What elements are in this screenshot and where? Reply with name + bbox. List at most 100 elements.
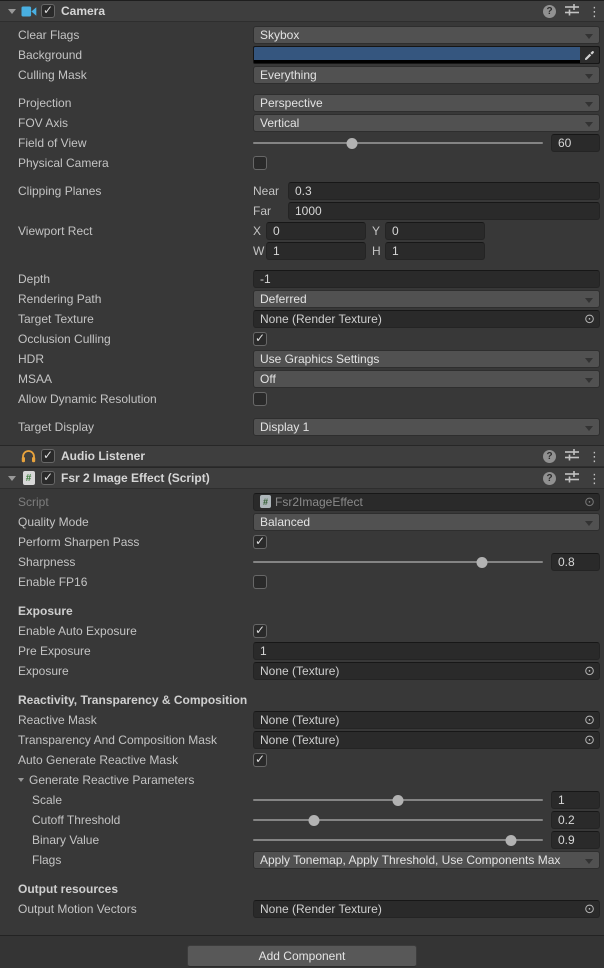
fov-axis-dropdown[interactable]: Vertical [253, 114, 600, 132]
target-display-dropdown[interactable]: Display 1 [253, 418, 600, 436]
binary-value-value-input[interactable]: 0.9 [551, 831, 600, 849]
help-icon[interactable]: ? [543, 5, 556, 18]
enable-fp16-row: Enable FP16 [0, 572, 604, 592]
output-section-header: Output resources [0, 882, 253, 896]
background-color-swatch[interactable] [254, 47, 580, 60]
generate-reactive-parameters-foldout[interactable]: Generate Reactive Parameters [0, 773, 253, 787]
far-input[interactable]: 1000 [288, 202, 600, 220]
scale-value-input[interactable]: 1 [551, 791, 600, 809]
scale-row: Scale 1 [0, 790, 604, 810]
viewport-h-input[interactable]: 1 [385, 242, 485, 260]
enable-fp16-checkbox[interactable] [253, 575, 267, 589]
pre-exposure-input[interactable]: 1 [253, 642, 600, 660]
culling-mask-dropdown[interactable]: Everything [253, 66, 600, 84]
physical-camera-checkbox[interactable] [253, 156, 267, 170]
transparency-mask-label: Transparency And Composition Mask [0, 733, 253, 747]
slider-handle[interactable] [346, 138, 357, 149]
kebab-menu-icon[interactable]: ⋮ [588, 5, 596, 18]
allow-dynamic-resolution-checkbox[interactable] [253, 392, 267, 406]
viewport-x-input[interactable]: 0 [266, 222, 366, 240]
slider-handle[interactable] [308, 815, 319, 826]
near-input[interactable]: 0.3 [288, 182, 600, 200]
rendering-path-dropdown[interactable]: Deferred [253, 290, 600, 308]
physical-camera-label: Physical Camera [0, 156, 253, 170]
viewport-y-input[interactable]: 0 [385, 222, 485, 240]
slider-track[interactable] [253, 839, 543, 841]
enable-auto-exposure-checkbox[interactable] [253, 624, 267, 638]
hdr-dropdown[interactable]: Use Graphics Settings [253, 350, 600, 368]
binary-value-slider[interactable] [253, 831, 543, 849]
script-label: Script [0, 495, 253, 509]
help-icon[interactable]: ? [543, 472, 556, 485]
scale-slider[interactable] [253, 791, 543, 809]
quality-mode-dropdown[interactable]: Balanced [253, 513, 600, 531]
kebab-menu-icon[interactable]: ⋮ [588, 472, 596, 485]
cutoff-threshold-row: Cutoff Threshold 0.2 [0, 810, 604, 830]
slider-handle[interactable] [393, 795, 404, 806]
object-picker-icon[interactable]: ⊙ [584, 902, 595, 915]
near-label: Near [253, 184, 288, 198]
audio-listener-component-header[interactable]: Audio Listener ? ⋮ [0, 445, 604, 467]
camera-enabled-checkbox[interactable] [41, 4, 55, 18]
foldout-expanded-icon[interactable] [8, 476, 16, 481]
presets-icon[interactable] [565, 448, 579, 464]
exposure-object-field[interactable]: None (Texture)⊙ [253, 662, 600, 680]
fsr2-component-header[interactable]: # Fsr 2 Image Effect (Script) ? ⋮ [0, 467, 604, 489]
slider-track[interactable] [253, 142, 543, 144]
object-picker-icon[interactable]: ⊙ [584, 713, 595, 726]
binary-value-row: Binary Value 0.9 [0, 830, 604, 850]
auto-generate-reactive-mask-checkbox[interactable] [253, 753, 267, 767]
slider-handle[interactable] [506, 835, 517, 846]
camera-component-header[interactable]: Camera ? ⋮ [0, 0, 604, 22]
object-picker-icon[interactable]: ⊙ [584, 664, 595, 677]
presets-icon[interactable] [565, 470, 579, 486]
kebab-menu-icon[interactable]: ⋮ [588, 450, 596, 463]
slider-handle[interactable] [477, 557, 488, 568]
object-picker-icon[interactable]: ⊙ [584, 733, 595, 746]
depth-input[interactable]: -1 [253, 270, 600, 288]
field-of-view-value-input[interactable]: 60 [551, 134, 600, 152]
cutoff-threshold-value-input[interactable]: 0.2 [551, 811, 600, 829]
object-picker-icon[interactable]: ⊙ [584, 495, 595, 508]
script-object-field[interactable]: # Fsr2ImageEffect ⊙ [253, 493, 600, 511]
allow-dynamic-resolution-row: Allow Dynamic Resolution [0, 389, 604, 409]
object-picker-icon[interactable]: ⊙ [584, 312, 595, 325]
cutoff-threshold-slider[interactable] [253, 811, 543, 829]
reactivity-section-row: Reactivity, Transparency & Composition [0, 690, 604, 710]
projection-dropdown[interactable]: Perspective [253, 94, 600, 112]
flags-dropdown[interactable]: Apply Tonemap, Apply Threshold, Use Comp… [253, 851, 600, 869]
eyedropper-icon[interactable] [580, 47, 599, 63]
clipping-planes-far-row: Far 1000 [0, 201, 604, 221]
field-of-view-row: Field of View 60 [0, 133, 604, 153]
target-texture-object-field[interactable]: None (Render Texture)⊙ [253, 310, 600, 328]
help-icon[interactable]: ? [543, 450, 556, 463]
scale-label: Scale [0, 793, 253, 807]
foldout-expanded-icon[interactable] [18, 778, 24, 782]
slider-track[interactable] [253, 819, 543, 821]
clear-flags-dropdown[interactable]: Skybox [253, 26, 600, 44]
target-display-row: Target Display Display 1 [0, 417, 604, 437]
occlusion-culling-checkbox[interactable] [253, 332, 267, 346]
enable-fp16-label: Enable FP16 [0, 575, 253, 589]
slider-track[interactable] [253, 561, 543, 563]
reactive-mask-object-field[interactable]: None (Texture)⊙ [253, 711, 600, 729]
audio-listener-enabled-checkbox[interactable] [41, 449, 55, 463]
output-motion-vectors-object-field[interactable]: None (Render Texture)⊙ [253, 900, 600, 918]
depth-label: Depth [0, 272, 253, 286]
quality-mode-label: Quality Mode [0, 515, 253, 529]
field-of-view-slider[interactable] [253, 134, 543, 152]
fsr2-enabled-checkbox[interactable] [41, 471, 55, 485]
transparency-mask-object-field[interactable]: None (Texture)⊙ [253, 731, 600, 749]
viewport-w-input[interactable]: 1 [266, 242, 366, 260]
msaa-dropdown[interactable]: Off [253, 370, 600, 388]
sharpness-value-input[interactable]: 0.8 [551, 553, 600, 571]
viewport-rect-xy-row: Viewport Rect X0 Y0 [0, 221, 604, 241]
sharpness-slider[interactable] [253, 553, 543, 571]
perform-sharpen-pass-checkbox[interactable] [253, 535, 267, 549]
foldout-expanded-icon[interactable] [8, 9, 16, 14]
presets-icon[interactable] [565, 3, 579, 19]
background-color-field[interactable] [253, 46, 600, 64]
clear-flags-label: Clear Flags [0, 28, 253, 42]
add-component-button[interactable]: Add Component [187, 945, 417, 967]
field-of-view-label: Field of View [0, 136, 253, 150]
